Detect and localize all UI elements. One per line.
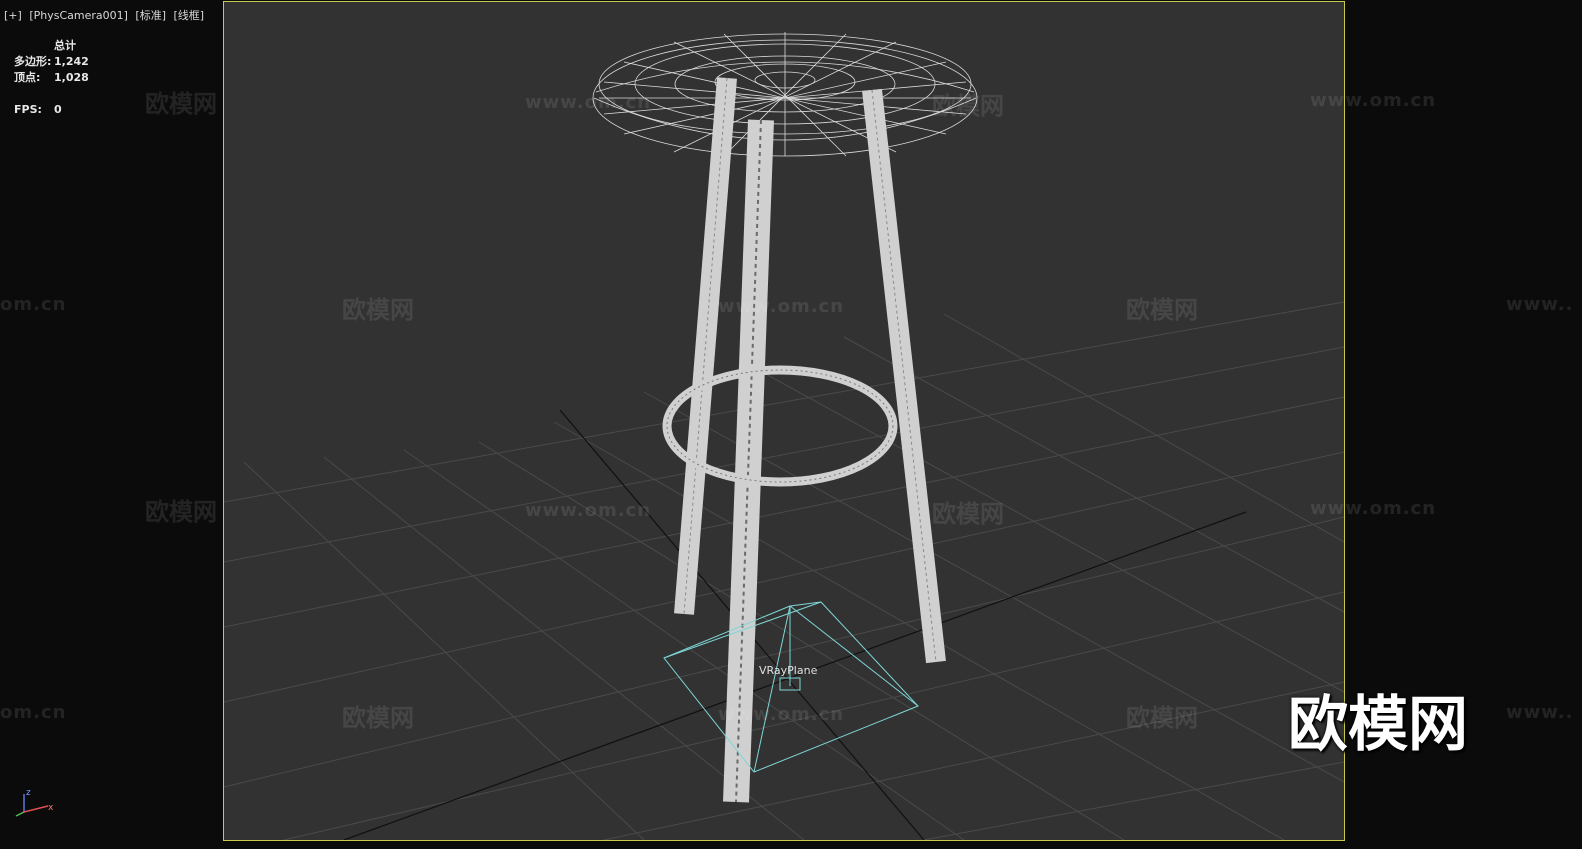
world-axes <box>343 409 1247 840</box>
stats-polygons: 多边形: 1,242 <box>14 54 89 70</box>
watermark-url: www.om.cn <box>525 92 652 113</box>
watermark-url-fragment: om.cn <box>0 294 67 315</box>
stats-fps: FPS: 0 <box>14 102 89 118</box>
axis-x-label: x <box>48 803 54 813</box>
axis-z-label: z <box>26 788 31 798</box>
watermark-url-fragment: www.. <box>1506 294 1574 315</box>
statistics-overlay: 总计 多边形: 1,242 顶点: 1,028 FPS: 0 <box>14 38 89 118</box>
active-viewport[interactable]: VRayPlane 欧模网 www.om.cn 欧模网 欧模网 www.om.c… <box>223 1 1345 841</box>
vray-plane-label: VRayPlane <box>759 664 818 677</box>
watermark-brand: 欧模网 <box>342 704 414 732</box>
ground-grid <box>224 301 1344 840</box>
watermark-brand: 欧模网 <box>145 498 217 526</box>
watermark-url: www.om.cn <box>718 296 845 317</box>
vray-plane-helper <box>663 601 919 773</box>
stats-vertices: 顶点: 1,028 <box>14 70 89 86</box>
viewport-menu-plus[interactable]: [+] <box>4 9 22 22</box>
viewport-display-menu[interactable]: [线框] <box>174 9 205 22</box>
watermark-brand: 欧模网 <box>932 500 1004 528</box>
vertices-label: 顶点: <box>14 71 41 84</box>
viewport-camera-menu[interactable]: [PhysCamera001] <box>29 9 128 22</box>
watermark-brand: 欧模网 <box>1126 704 1198 732</box>
brand-watermark-large: 欧模网 <box>1288 690 1468 760</box>
watermark-brand: 欧模网 <box>932 92 1004 120</box>
watermark-brand: 欧模网 <box>1126 296 1198 324</box>
vertices-value: 1,028 <box>54 71 89 84</box>
fps-label: FPS: <box>14 103 42 116</box>
watermark-url: www.om.cn <box>1310 498 1437 519</box>
watermark-url-fragment: www.. <box>1506 702 1574 723</box>
viewport-label-menu: [+] [PhysCamera001] [标准] [线框] <box>4 7 208 23</box>
fps-value: 0 <box>54 103 62 116</box>
axis-gizmo-icon: z x <box>10 786 60 820</box>
polygons-label: 多边形: <box>14 55 52 68</box>
watermark-url: www.om.cn <box>525 500 652 521</box>
watermark-url-fragment: om.cn <box>0 702 67 723</box>
stool-legs <box>674 77 946 803</box>
stats-header: 总计 <box>54 39 76 52</box>
watermark-url: www.om.cn <box>718 704 845 725</box>
watermark-brand: 欧模网 <box>342 296 414 324</box>
watermark-brand: 欧模网 <box>145 90 217 118</box>
polygons-value: 1,242 <box>54 55 89 68</box>
viewport-shading-menu[interactable]: [标准] <box>135 9 166 22</box>
watermark-url: www.om.cn <box>1310 90 1437 111</box>
